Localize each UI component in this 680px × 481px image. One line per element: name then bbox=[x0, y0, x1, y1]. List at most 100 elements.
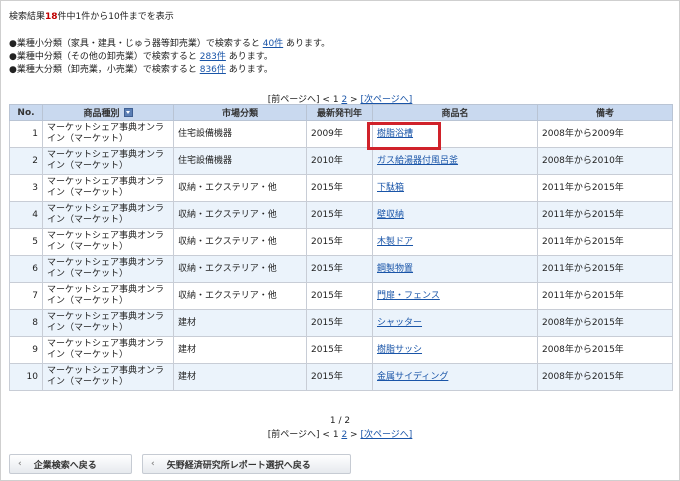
row-market: 住宅設備機器 bbox=[173, 147, 307, 175]
row-year: 2010年 bbox=[306, 147, 373, 175]
row-market: 建材 bbox=[173, 309, 307, 337]
row-market: 収納・エクステリア・他 bbox=[173, 228, 307, 256]
page-2-link[interactable]: 2 bbox=[341, 430, 347, 440]
table-row: 2 マーケットシェア事典オンライン（マーケット） 住宅設備機器 2010年 ガス… bbox=[9, 147, 673, 175]
row-type: マーケットシェア事典オンライン（マーケット） bbox=[42, 309, 174, 337]
current-page: 1 bbox=[332, 430, 339, 440]
category-line-small: ●業種小分類（家具・建具・じゅう器等卸売業）で検索すると 40件 あります。 bbox=[9, 39, 331, 49]
row-note: 2008年から2015年 bbox=[537, 336, 673, 364]
row-note: 2011年から2015年 bbox=[537, 282, 673, 310]
category-line-medium: ●業種中分類（その他の卸売業）で検索すると 283件 あります。 bbox=[9, 52, 273, 62]
row-name-cell: シャッター bbox=[372, 309, 538, 337]
col-header-year: 最新発刊年 bbox=[306, 104, 373, 121]
table-row: 7 マーケットシェア事典オンライン（マーケット） 収納・エクステリア・他 201… bbox=[9, 282, 673, 310]
row-name-cell: 鋼製物置 bbox=[372, 255, 538, 283]
row-no: 5 bbox=[9, 228, 43, 256]
row-year: 2015年 bbox=[306, 309, 373, 337]
row-year: 2015年 bbox=[306, 174, 373, 202]
category-line-large: ●業種大分類（卸売業，小売業）で検索すると 836件 あります。 bbox=[9, 65, 273, 75]
col-header-type[interactable]: 商品種別 bbox=[42, 104, 174, 121]
table-row: 5 マーケットシェア事典オンライン（マーケット） 収納・エクステリア・他 201… bbox=[9, 228, 673, 256]
row-name-cell: ガス給湯器付風呂釜 bbox=[372, 147, 538, 175]
next-page-link[interactable]: [次ページへ] bbox=[360, 430, 412, 440]
product-link[interactable]: 門扉・フェンス bbox=[377, 291, 440, 301]
row-year: 2009年 bbox=[306, 120, 373, 148]
chevron-left-icon: ‹ bbox=[18, 459, 22, 469]
row-year: 2015年 bbox=[306, 363, 373, 391]
table-row: 9 マーケットシェア事典オンライン（マーケット） 建材 2015年 樹脂サッシ … bbox=[9, 336, 673, 364]
row-type: マーケットシェア事典オンライン（マーケット） bbox=[42, 282, 174, 310]
col-header-name: 商品名 bbox=[372, 104, 538, 121]
row-type: マーケットシェア事典オンライン（マーケット） bbox=[42, 228, 174, 256]
row-year: 2015年 bbox=[306, 336, 373, 364]
product-link[interactable]: 壁収納 bbox=[377, 210, 404, 220]
row-type: マーケットシェア事典オンライン（マーケット） bbox=[42, 255, 174, 283]
row-market: 建材 bbox=[173, 336, 307, 364]
row-type: マーケットシェア事典オンライン（マーケット） bbox=[42, 147, 174, 175]
result-summary: 検索結果18件中1件から10件までを表示 bbox=[9, 9, 174, 22]
row-note: 2011年から2015年 bbox=[537, 255, 673, 283]
category-search-list: ●業種小分類（家具・建具・じゅう器等卸売業）で検索すると 40件 あります。 ●… bbox=[9, 38, 330, 77]
col-header-market: 市場分類 bbox=[173, 104, 307, 121]
row-type: マーケットシェア事典オンライン（マーケット） bbox=[42, 201, 174, 229]
row-year: 2015年 bbox=[306, 228, 373, 256]
row-market: 収納・エクステリア・他 bbox=[173, 201, 307, 229]
prev-page-disabled: [前ページへ] bbox=[267, 430, 320, 440]
chevron-left-icon: ‹ bbox=[151, 459, 155, 469]
row-market: 収納・エクステリア・他 bbox=[173, 255, 307, 283]
table-row: 1 マーケットシェア事典オンライン（マーケット） 住宅設備機器 2009年 樹脂… bbox=[9, 120, 673, 148]
table-row: 4 マーケットシェア事典オンライン（マーケット） 収納・エクステリア・他 201… bbox=[9, 201, 673, 229]
row-market: 建材 bbox=[173, 363, 307, 391]
product-link[interactable]: シャッター bbox=[377, 318, 422, 328]
product-link[interactable]: ガス給湯器付風呂釜 bbox=[377, 156, 458, 166]
results-table: No. 商品種別 市場分類 最新発刊年 商品名 備考 1 マーケットシェア事典オ… bbox=[9, 104, 673, 391]
row-year: 2015年 bbox=[306, 282, 373, 310]
row-no: 7 bbox=[9, 282, 43, 310]
row-note: 2008年から2009年 bbox=[537, 120, 673, 148]
product-link[interactable]: 金属サイディング bbox=[377, 372, 448, 382]
button-label: 企業検索へ戻る bbox=[33, 460, 97, 471]
back-to-report-select-button[interactable]: ‹ 矢野経済研究所レポート選択へ戻る bbox=[142, 454, 351, 474]
result-count: 18 bbox=[45, 12, 58, 22]
product-link[interactable]: 下駄箱 bbox=[377, 183, 404, 193]
row-no: 2 bbox=[9, 147, 43, 175]
pager-bottom-links: [前ページへ] < 1 2 > [次ページへ] bbox=[267, 430, 413, 440]
row-name-cell: 樹脂サッシ bbox=[372, 336, 538, 364]
row-note: 2011年から2015年 bbox=[537, 228, 673, 256]
back-to-company-search-button[interactable]: ‹ 企業検索へ戻る bbox=[9, 454, 132, 474]
row-no: 10 bbox=[9, 363, 43, 391]
table-row: 3 マーケットシェア事典オンライン（マーケット） 収納・エクステリア・他 201… bbox=[9, 174, 673, 202]
table-row: 8 マーケットシェア事典オンライン（マーケット） 建材 2015年 シャッター … bbox=[9, 309, 673, 337]
row-year: 2015年 bbox=[306, 201, 373, 229]
row-no: 1 bbox=[9, 120, 43, 148]
summary-rest: 件中1件から10件までを表示 bbox=[57, 12, 174, 22]
product-link[interactable]: 木製ドア bbox=[377, 237, 413, 247]
col-header-note: 備考 bbox=[537, 104, 673, 121]
page-status: 1 / 2 bbox=[329, 416, 351, 426]
row-type: マーケットシェア事典オンライン（マーケット） bbox=[42, 336, 174, 364]
pager-bottom: 1 / 2 [前ページへ] < 1 2 > [次ページへ] bbox=[0, 414, 680, 442]
row-name-cell: 壁収納 bbox=[372, 201, 538, 229]
product-link[interactable]: 樹脂サッシ bbox=[377, 345, 422, 355]
product-link[interactable]: 鋼製物置 bbox=[377, 264, 413, 274]
table-header-row: No. 商品種別 市場分類 最新発刊年 商品名 備考 bbox=[9, 104, 673, 121]
sort-icon[interactable] bbox=[123, 108, 133, 117]
row-type: マーケットシェア事典オンライン（マーケット） bbox=[42, 174, 174, 202]
row-no: 4 bbox=[9, 201, 43, 229]
row-type: マーケットシェア事典オンライン（マーケット） bbox=[42, 120, 174, 148]
button-label: 矢野経済研究所レポート選択へ戻る bbox=[166, 460, 311, 471]
category-medium-link[interactable]: 283件 bbox=[200, 52, 226, 62]
row-no: 9 bbox=[9, 336, 43, 364]
row-name-cell: 門扉・フェンス bbox=[372, 282, 538, 310]
highlight-box bbox=[367, 122, 441, 150]
row-note: 2008年から2015年 bbox=[537, 309, 673, 337]
row-name-cell: 下駄箱 bbox=[372, 174, 538, 202]
category-large-link[interactable]: 836件 bbox=[200, 65, 226, 75]
row-no: 6 bbox=[9, 255, 43, 283]
row-note: 2008年から2010年 bbox=[537, 147, 673, 175]
row-no: 3 bbox=[9, 174, 43, 202]
table-row: 10 マーケットシェア事典オンライン（マーケット） 建材 2015年 金属サイデ… bbox=[9, 363, 673, 391]
category-small-link[interactable]: 40件 bbox=[263, 39, 283, 49]
row-name-cell: 金属サイディング bbox=[372, 363, 538, 391]
summary-prefix: 検索結果 bbox=[9, 12, 46, 22]
